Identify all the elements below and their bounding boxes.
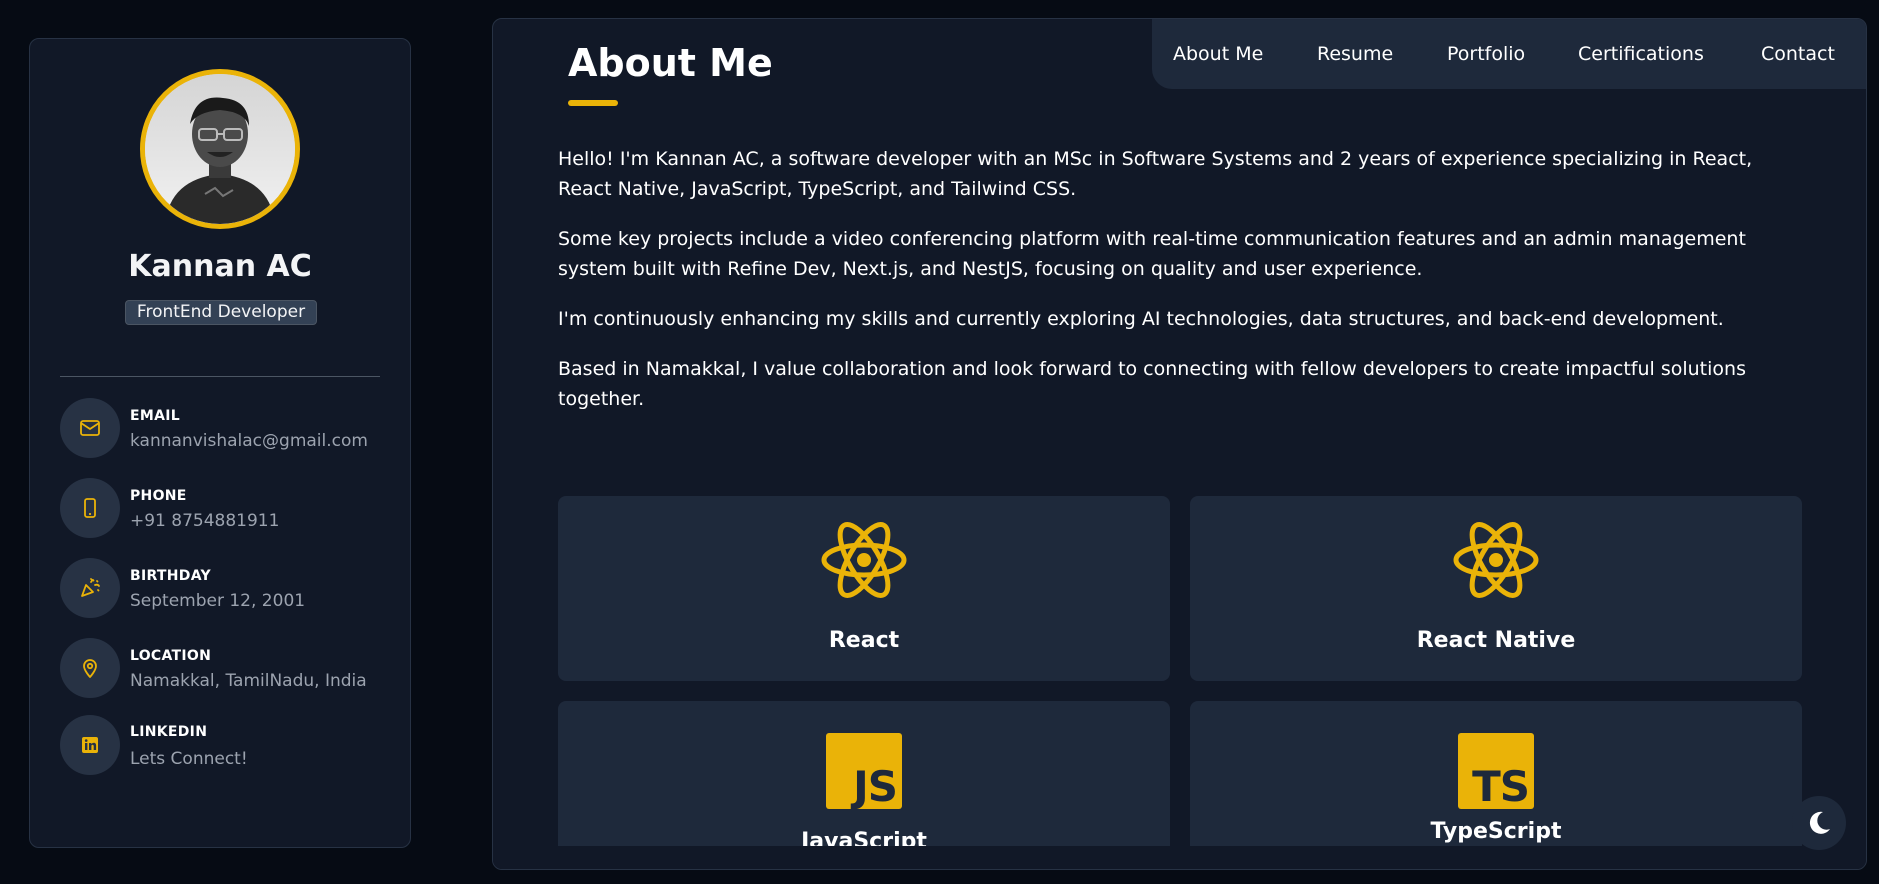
react-icon xyxy=(820,520,908,600)
contact-label: EMAIL xyxy=(130,408,180,424)
phone-link[interactable]: +91 8754881911 xyxy=(130,511,279,531)
about-paragraph: Some key projects include a video confer… xyxy=(558,228,1746,280)
title-underline xyxy=(568,100,618,106)
contact-label: LOCATION xyxy=(130,648,212,664)
map-pin-icon xyxy=(60,638,120,698)
avatar xyxy=(140,69,300,229)
skill-card-typescript: TS TypeScript xyxy=(1190,701,1802,869)
role-badge: FrontEnd Developer xyxy=(125,300,317,325)
skill-card-javascript: JS JavaScript xyxy=(558,701,1170,869)
skill-name: TypeScript xyxy=(1430,819,1562,844)
page-title: About Me xyxy=(568,41,773,85)
top-navbar: About Me Resume Portfolio Certifications… xyxy=(1152,19,1866,89)
linkedin-link[interactable]: Lets Connect! xyxy=(130,749,248,769)
moon-icon xyxy=(1809,811,1830,834)
nav-portfolio[interactable]: Portfolio xyxy=(1447,43,1525,65)
contact-birthday: BIRTHDAY September 12, 2001 xyxy=(60,558,390,620)
contact-label: BIRTHDAY xyxy=(130,568,211,584)
about-paragraph: Based in Namakkal, I value collaboration… xyxy=(558,358,1746,410)
divider xyxy=(60,376,380,377)
about-paragraph: I'm continuously enhancing my skills and… xyxy=(558,308,1724,330)
party-popper-icon xyxy=(60,558,120,618)
skill-card-react-native: React Native xyxy=(1190,496,1802,681)
contact-location: LOCATION Namakkal, TamilNadu, India xyxy=(60,638,390,700)
contact-linkedin: LINKEDIN Lets Connect! xyxy=(60,715,390,777)
nav-resume[interactable]: Resume xyxy=(1317,43,1393,65)
about-text: Hello! I'm Kannan AC, a software develop… xyxy=(558,144,1808,434)
contact-value: Namakkal, TamilNadu, India xyxy=(130,671,367,691)
typescript-icon: TS xyxy=(1458,733,1534,809)
contact-label: PHONE xyxy=(130,488,187,504)
nav-contact[interactable]: Contact xyxy=(1761,43,1835,65)
skill-card-react: React xyxy=(558,496,1170,681)
email-link[interactable]: kannanvishalac@gmail.com xyxy=(130,431,368,451)
skill-name: React xyxy=(828,628,900,653)
about-paragraph: Hello! I'm Kannan AC, a software develop… xyxy=(558,148,1753,200)
avatar-photo xyxy=(145,74,295,224)
javascript-icon: JS xyxy=(826,733,902,809)
theme-toggle-button[interactable] xyxy=(1792,796,1846,850)
nav-about-me[interactable]: About Me xyxy=(1173,43,1263,65)
javascript-badge-text: JS xyxy=(853,762,898,811)
skill-name: React Native xyxy=(1416,628,1576,653)
contact-phone: PHONE +91 8754881911 xyxy=(60,478,390,540)
main-panel: About Me Resume Portfolio Certifications… xyxy=(492,18,1867,870)
react-icon xyxy=(1452,520,1540,600)
mail-icon xyxy=(60,398,120,458)
contact-label: LINKEDIN xyxy=(130,724,208,740)
nav-certifications[interactable]: Certifications xyxy=(1578,43,1704,65)
scroll-clip xyxy=(493,846,1866,869)
linkedin-icon xyxy=(60,715,120,775)
profile-name: Kannan AC xyxy=(128,249,312,284)
phone-icon xyxy=(60,478,120,538)
typescript-badge-text: TS xyxy=(1472,762,1530,811)
contact-email: EMAIL kannanvishalac@gmail.com xyxy=(60,398,390,460)
contact-value: September 12, 2001 xyxy=(130,591,306,611)
profile-sidebar: Kannan AC FrontEnd Developer EMAIL kanna… xyxy=(29,38,411,848)
